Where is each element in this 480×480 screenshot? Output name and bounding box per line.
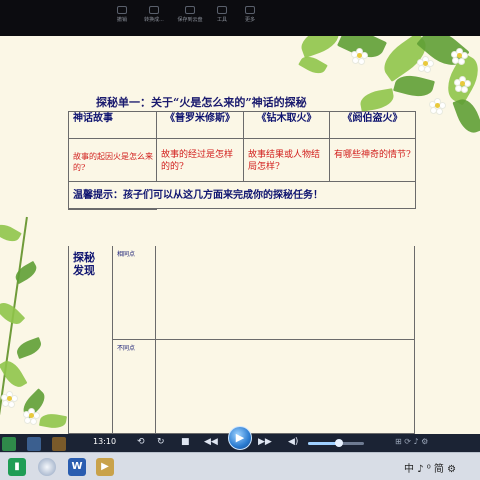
- leaf-decoration: [358, 88, 396, 112]
- undo-icon: [117, 6, 127, 14]
- flower-decoration: [351, 48, 368, 65]
- table-row: [68, 208, 416, 210]
- tools-button[interactable]: 工具: [208, 6, 236, 23]
- table-header-cell: 《阏伯盗火》: [329, 111, 416, 139]
- browser-app-icon[interactable]: [38, 458, 56, 476]
- spreadsheet-app-icon[interactable]: ▮: [8, 458, 26, 476]
- explore-cell: [68, 208, 157, 210]
- taskbar: ▮ W ▶ 中 ♪ ⁰ 简 ⚙: [0, 452, 480, 480]
- next-button[interactable]: ▶▶: [258, 437, 272, 448]
- question-cell: 故事结果或人物结局怎样?: [243, 138, 330, 182]
- stop-button[interactable]: ■: [181, 437, 190, 448]
- flower-decoration: [417, 56, 434, 73]
- same-answer-cell[interactable]: [156, 246, 414, 340]
- undo-button[interactable]: 撤销: [108, 6, 136, 23]
- previous-button[interactable]: ◀◀: [204, 437, 218, 448]
- presentation-slide: 探秘单一：关于“火是怎么来的”神话的探秘 神话故事 《普罗米修斯》 《钻木取火》…: [0, 36, 480, 434]
- save-cloud-button[interactable]: 保存到云盘: [176, 6, 204, 23]
- table-row: 温馨提示：孩子们可以从这几方面来完成你的探秘任务！: [68, 181, 416, 209]
- leaf-decoration: [14, 336, 44, 360]
- question-cell: 故事的起因火是怎么来的?: [68, 138, 157, 182]
- diff-label-cell: 不同点: [113, 340, 156, 434]
- app-icon[interactable]: [27, 437, 42, 451]
- convert-button[interactable]: 转换成...: [140, 6, 168, 23]
- player-right-icons: ⊞ ⟳ ♪ ⚙: [395, 437, 429, 446]
- flower-decoration: [451, 48, 468, 65]
- table-header-cell: 神话故事: [68, 111, 157, 139]
- explore-label: 探秘发现: [73, 251, 95, 277]
- table-header-row: 神话故事 《普罗米修斯》 《钻木取火》 《阏伯盗火》: [68, 111, 416, 139]
- same-label-cell: 相同点: [113, 246, 156, 340]
- volume-knob[interactable]: [334, 439, 343, 447]
- diff-label: 不同点: [117, 345, 136, 352]
- table-header-cell: 《普罗米修斯》: [156, 111, 244, 139]
- app-icon[interactable]: [2, 437, 16, 451]
- leaf-decoration: [38, 411, 68, 431]
- flower-decoration: [1, 391, 18, 408]
- shuffle-icon[interactable]: ⟲: [137, 437, 145, 448]
- more-button[interactable]: 更多: [236, 6, 264, 23]
- document-toolbar: 撤销 转换成... 保存到云盘 工具 更多: [0, 0, 480, 36]
- volume-slider[interactable]: [308, 439, 364, 447]
- explore-section: 探秘发现 相同点 不同点: [68, 246, 415, 434]
- flower-decoration: [429, 98, 446, 115]
- slide-title: 探秘单一：关于“火是怎么来的”神话的探秘: [96, 96, 307, 109]
- cloud-icon: [185, 6, 195, 14]
- leaf-decoration: [298, 52, 328, 78]
- diff-answer-cell[interactable]: [156, 340, 414, 434]
- explore-label-cell: 探秘发现: [69, 246, 113, 434]
- tools-icon: [217, 6, 227, 14]
- question-cell: 有哪些神奇的情节?: [329, 138, 416, 182]
- table-row: 故事的起因火是怎么来的? 故事的经过是怎样的的? 故事结果或人物结局怎样? 有哪…: [68, 138, 416, 182]
- table-header-cell: 《钻木取火》: [243, 111, 330, 139]
- media-player-app-icon[interactable]: ▶: [96, 458, 114, 476]
- leaf-decoration: [452, 95, 480, 137]
- word-app-icon[interactable]: W: [68, 458, 86, 476]
- play-button[interactable]: ▶: [228, 426, 252, 450]
- repeat-icon[interactable]: ↻: [157, 437, 165, 448]
- playback-time: 13:10: [93, 437, 117, 446]
- leaf-decoration: [297, 36, 343, 59]
- system-tray[interactable]: 中 ♪ ⁰ 简 ⚙: [404, 460, 456, 475]
- question-cell: 故事的经过是怎样的的?: [156, 138, 244, 182]
- exploration-table: 神话故事 《普罗米修斯》 《钻木取火》 《阏伯盗火》 故事的起因火是怎么来的? …: [68, 111, 416, 210]
- leaf-decoration: [0, 220, 22, 246]
- app-icon[interactable]: [52, 437, 67, 451]
- same-label: 相同点: [117, 251, 136, 258]
- convert-icon: [149, 6, 159, 14]
- volume-icon[interactable]: ◀): [288, 437, 298, 448]
- flower-decoration: [23, 408, 40, 425]
- tip-cell: 温馨提示：孩子们可以从这几方面来完成你的探秘任务！: [68, 181, 416, 209]
- leaf-decoration: [12, 260, 40, 285]
- flower-decoration: [454, 76, 471, 93]
- more-icon: [245, 6, 255, 14]
